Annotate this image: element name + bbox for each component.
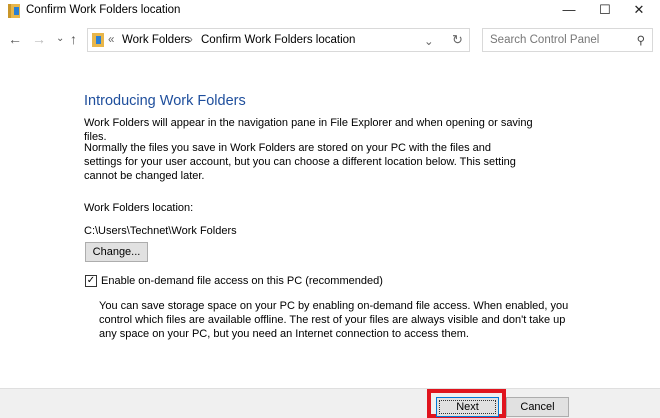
page-heading: Introducing Work Folders (84, 93, 246, 109)
normally-text: Normally the files you save in Work Fold… (84, 142, 516, 182)
ondemand-checkbox[interactable]: ✓ (85, 275, 97, 287)
ondemand-label[interactable]: Enable on-demand file access on this PC … (101, 274, 383, 288)
search-input[interactable]: Search Control Panel ⚲ (482, 28, 653, 52)
chevron-right-icon: › (189, 34, 193, 46)
forward-button[interactable]: → (32, 31, 46, 47)
location-label: Work Folders location: (84, 202, 194, 214)
breadcrumb-work-folders[interactable]: Work Folders (122, 34, 190, 46)
next-button[interactable]: Next (436, 397, 499, 417)
location-value: C:\Users\Technet\Work Folders (84, 225, 237, 237)
refresh-button[interactable]: ↻ (452, 32, 463, 48)
breadcrumb-current[interactable]: Confirm Work Folders location (201, 34, 355, 46)
back-button[interactable]: ← (8, 31, 22, 47)
search-placeholder: Search Control Panel (490, 34, 600, 46)
search-icon: ⚲ (636, 35, 645, 47)
change-button[interactable]: Change... (85, 242, 148, 262)
cancel-button[interactable]: Cancel (506, 397, 569, 417)
recent-locations-button[interactable]: ⌄ (56, 33, 64, 44)
intro-text: Work Folders will appear in the navigati… (84, 117, 533, 143)
close-button[interactable]: ✕ (616, 0, 660, 22)
address-bar[interactable]: « Work Folders › Confirm Work Folders lo… (87, 28, 470, 52)
work-folders-icon (8, 4, 20, 18)
folder-icon (92, 33, 104, 47)
up-button[interactable]: ↑ (70, 31, 77, 47)
ondemand-description: You can save storage space on your PC by… (99, 300, 569, 340)
window-title: Confirm Work Folders location (26, 4, 181, 16)
overflow-icon[interactable]: « (108, 34, 114, 46)
chevron-down-icon[interactable]: ⌄ (424, 34, 434, 48)
